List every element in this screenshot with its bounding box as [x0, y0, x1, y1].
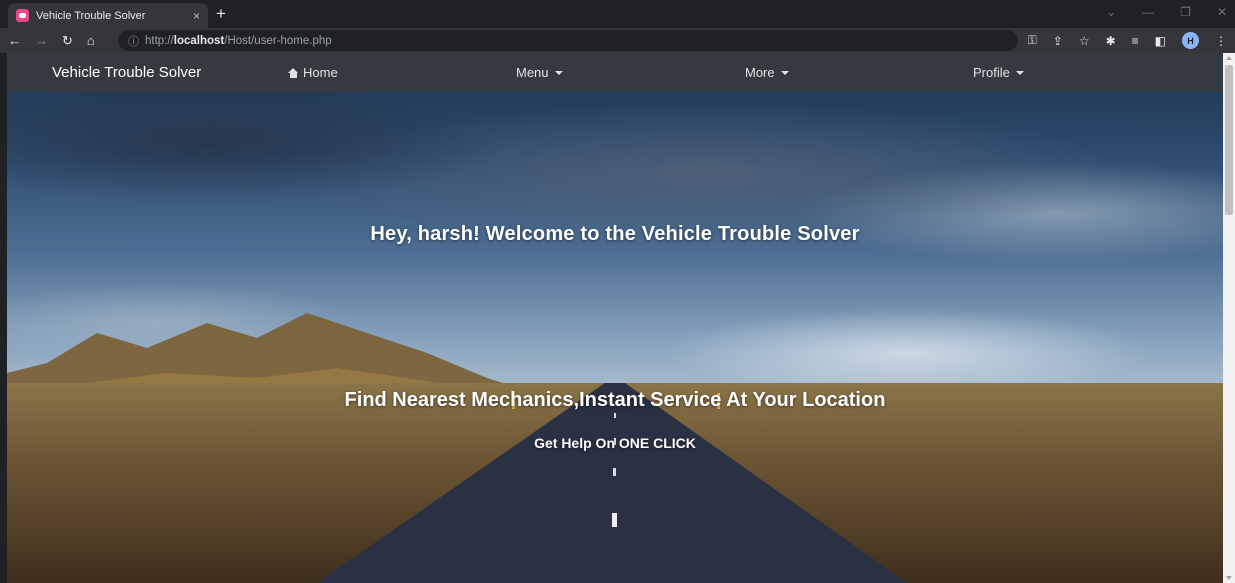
browser-tab-strip: Vehicle Trouble Solver × + ⌄ — ❐ ✕: [0, 0, 1235, 28]
reload-icon[interactable]: ↻: [62, 33, 73, 49]
brand-logo[interactable]: Vehicle Trouble Solver: [52, 64, 201, 81]
road: [317, 383, 907, 583]
bookmark-star-icon[interactable]: ☆: [1079, 34, 1090, 48]
tab-title: Vehicle Trouble Solver: [36, 9, 146, 22]
page-scrollbar[interactable]: [1223, 53, 1235, 583]
nav-menu-dropdown[interactable]: Menu: [516, 65, 563, 80]
nav-more-dropdown[interactable]: More: [745, 65, 789, 80]
share-icon[interactable]: ⇪: [1053, 34, 1063, 48]
nav-profile-dropdown[interactable]: Profile: [973, 65, 1024, 80]
new-tab-button[interactable]: +: [216, 4, 226, 24]
page-viewport: Vehicle Trouble Solver Home Menu More Pr…: [0, 53, 1235, 583]
nav-more-label: More: [745, 65, 775, 80]
caret-down-icon: [780, 70, 789, 75]
tab-close-icon[interactable]: ×: [193, 9, 200, 23]
password-key-icon[interactable]: ⚿: [1028, 33, 1037, 48]
nav-menu-label: Menu: [516, 65, 549, 80]
address-bar[interactable]: ⓘ http://localhost/Host/user-home.php: [118, 30, 1018, 51]
extensions-icon[interactable]: ✱: [1106, 34, 1116, 48]
scrollbar-thumb[interactable]: [1225, 65, 1233, 215]
maximize-icon[interactable]: ❐: [1180, 5, 1191, 19]
nav-home[interactable]: Home: [288, 65, 338, 80]
home-browser-icon[interactable]: ⌂: [87, 33, 95, 48]
home-icon: [288, 67, 299, 78]
browser-menu-icon[interactable]: ⋮: [1215, 34, 1227, 48]
browser-tab[interactable]: Vehicle Trouble Solver ×: [8, 3, 208, 28]
site-info-icon[interactable]: ⓘ: [128, 33, 139, 49]
tab-search-icon[interactable]: ⌄: [1106, 5, 1116, 19]
scroll-up-icon[interactable]: [1226, 56, 1232, 60]
scroll-down-icon[interactable]: [1226, 576, 1232, 580]
minimize-icon[interactable]: —: [1142, 5, 1154, 19]
window-controls: ⌄ — ❐ ✕: [1106, 5, 1227, 19]
caret-down-icon: [1015, 70, 1024, 75]
nav-home-label: Home: [303, 65, 338, 80]
help-cta-text: Get Help On ONE CLICK: [534, 435, 696, 451]
side-panel-icon[interactable]: ◧: [1155, 34, 1166, 48]
forward-icon[interactable]: →: [35, 33, 48, 48]
back-icon[interactable]: ←: [8, 33, 21, 48]
tagline-heading: Find Nearest Mechanics,Instant Service A…: [344, 389, 886, 411]
close-window-icon[interactable]: ✕: [1217, 5, 1227, 19]
reading-list-icon[interactable]: ≡: [1132, 34, 1139, 48]
profile-avatar[interactable]: H: [1182, 32, 1199, 49]
url-host: localhost: [173, 34, 225, 47]
web-page: Vehicle Trouble Solver Home Menu More Pr…: [7, 53, 1223, 583]
url-scheme: http://: [145, 34, 174, 47]
welcome-heading: Hey, harsh! Welcome to the Vehicle Troub…: [370, 223, 860, 245]
main-navbar: Vehicle Trouble Solver Home Menu More Pr…: [7, 53, 1223, 92]
site-favicon-icon: [16, 9, 29, 22]
caret-down-icon: [554, 70, 563, 75]
url-path: /Host/user-home.php: [224, 34, 332, 47]
nav-profile-label: Profile: [973, 65, 1010, 80]
browser-toolbar: ← → ↻ ⌂ ⓘ http://localhost/Host/user-hom…: [0, 28, 1235, 53]
